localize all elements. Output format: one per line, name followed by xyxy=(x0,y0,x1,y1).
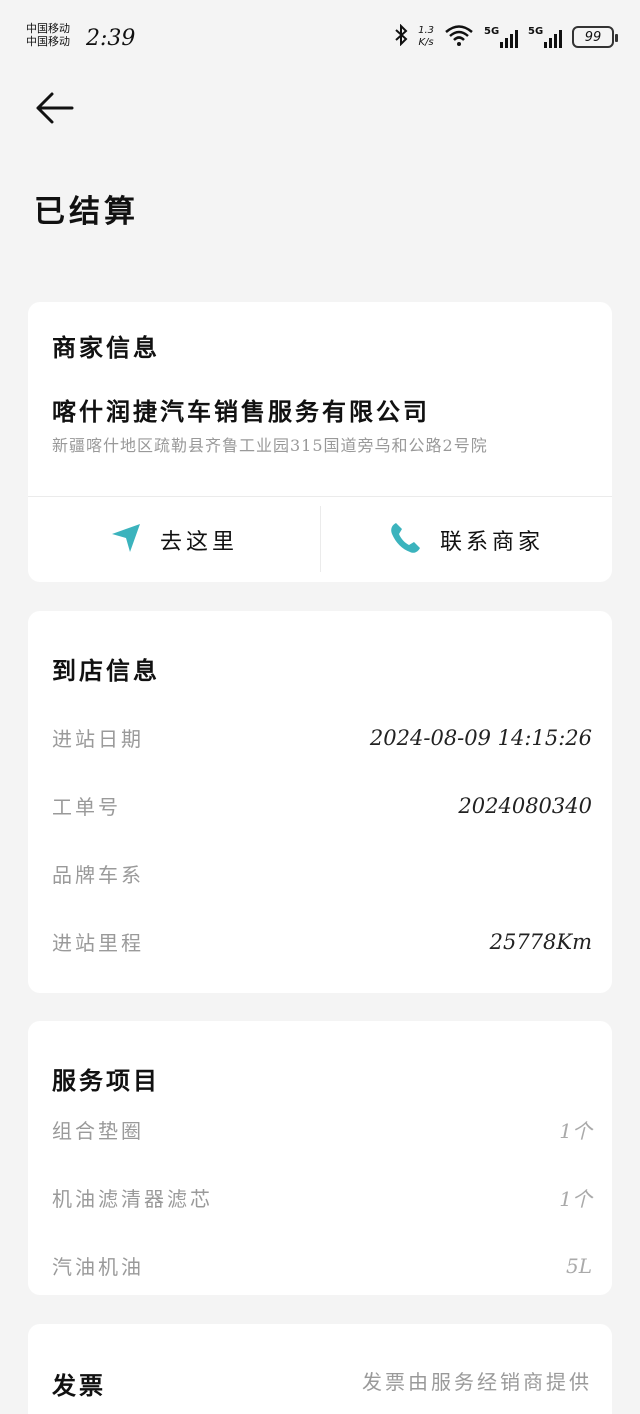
navigate-label: 去这里 xyxy=(159,529,238,555)
invoice-card: 发票 发票由服务经销商提供 xyxy=(28,1324,612,1414)
back-button[interactable] xyxy=(32,88,76,128)
row-value: 25778Km xyxy=(489,929,592,954)
info-row: 进站里程 25778Km xyxy=(52,927,592,956)
service-items-card: 服务项目 组合垫圈 1个 机油滤清器滤芯 1个 汽油机油 5L xyxy=(28,1021,612,1295)
info-row: 品牌车系 xyxy=(52,859,592,888)
phone-icon xyxy=(388,521,422,559)
carrier-1: 中国移动 xyxy=(26,22,70,35)
item-label: 机油滤清器滤芯 xyxy=(52,1187,213,1211)
merchant-section-title: 商家信息 xyxy=(52,333,160,362)
clock: 2:39 xyxy=(86,26,136,51)
list-item: 汽油机油 5L xyxy=(52,1251,592,1280)
row-value: 2024-08-09 14:15:26 xyxy=(369,725,592,750)
info-row: 进站日期 2024-08-09 14:15:26 xyxy=(52,723,592,752)
page-title: 已结算 xyxy=(34,194,139,230)
merchant-name: 喀什润捷汽车销售服务有限公司 xyxy=(52,397,430,426)
wifi-icon xyxy=(444,24,474,50)
row-label: 工单号 xyxy=(52,795,121,819)
list-item: 组合垫圈 1个 xyxy=(52,1115,592,1144)
arrival-section-title: 到店信息 xyxy=(52,656,160,685)
arrival-info-card: 到店信息 进站日期 2024-08-09 14:15:26 工单号 202408… xyxy=(28,611,612,993)
contact-label: 联系商家 xyxy=(439,529,544,555)
item-label: 组合垫圈 xyxy=(52,1119,144,1143)
signal-icon: 5G xyxy=(484,26,518,48)
list-item: 机油滤清器滤芯 1个 xyxy=(52,1183,592,1212)
arrow-left-icon xyxy=(36,92,74,124)
item-quantity: 1个 xyxy=(559,1119,592,1143)
net-speed: 1.3 K/s xyxy=(418,25,434,48)
info-row: 工单号 2024080340 xyxy=(52,791,592,820)
item-quantity: 5L xyxy=(565,1253,592,1278)
merchant-card: 商家信息 喀什润捷汽车销售服务有限公司 新疆喀什地区疏勒县齐鲁工业园315国道旁… xyxy=(28,302,612,582)
row-label: 品牌车系 xyxy=(52,863,144,887)
row-label: 进站日期 xyxy=(52,727,144,751)
contact-merchant-button[interactable]: 联系商家 xyxy=(320,497,612,582)
signal-icon: 5G xyxy=(528,26,562,48)
invoice-note: 发票由服务经销商提供 xyxy=(362,1370,592,1394)
status-icons: 1.3 K/s 5G 5G 99 xyxy=(394,23,618,50)
carrier-2: 中国移动 xyxy=(26,35,70,48)
row-label: 进站里程 xyxy=(52,931,144,955)
battery-icon: 99 xyxy=(572,26,618,48)
bluetooth-icon xyxy=(394,23,408,50)
item-quantity: 1个 xyxy=(559,1187,592,1211)
merchant-address: 新疆喀什地区疏勒县齐鲁工业园315国道旁乌和公路2号院 xyxy=(52,436,488,455)
navigate-button[interactable]: 去这里 xyxy=(28,497,320,582)
navigation-arrow-icon xyxy=(110,522,142,558)
item-label: 汽油机油 xyxy=(52,1255,144,1279)
service-section-title: 服务项目 xyxy=(52,1066,160,1095)
invoice-section-title: 发票 xyxy=(52,1371,106,1400)
carrier-labels: 中国移动 中国移动 xyxy=(26,22,70,48)
status-bar: 中国移动 中国移动 2:39 1.3 K/s 5G 5G 99 xyxy=(0,0,640,80)
row-value: 2024080340 xyxy=(458,793,592,818)
